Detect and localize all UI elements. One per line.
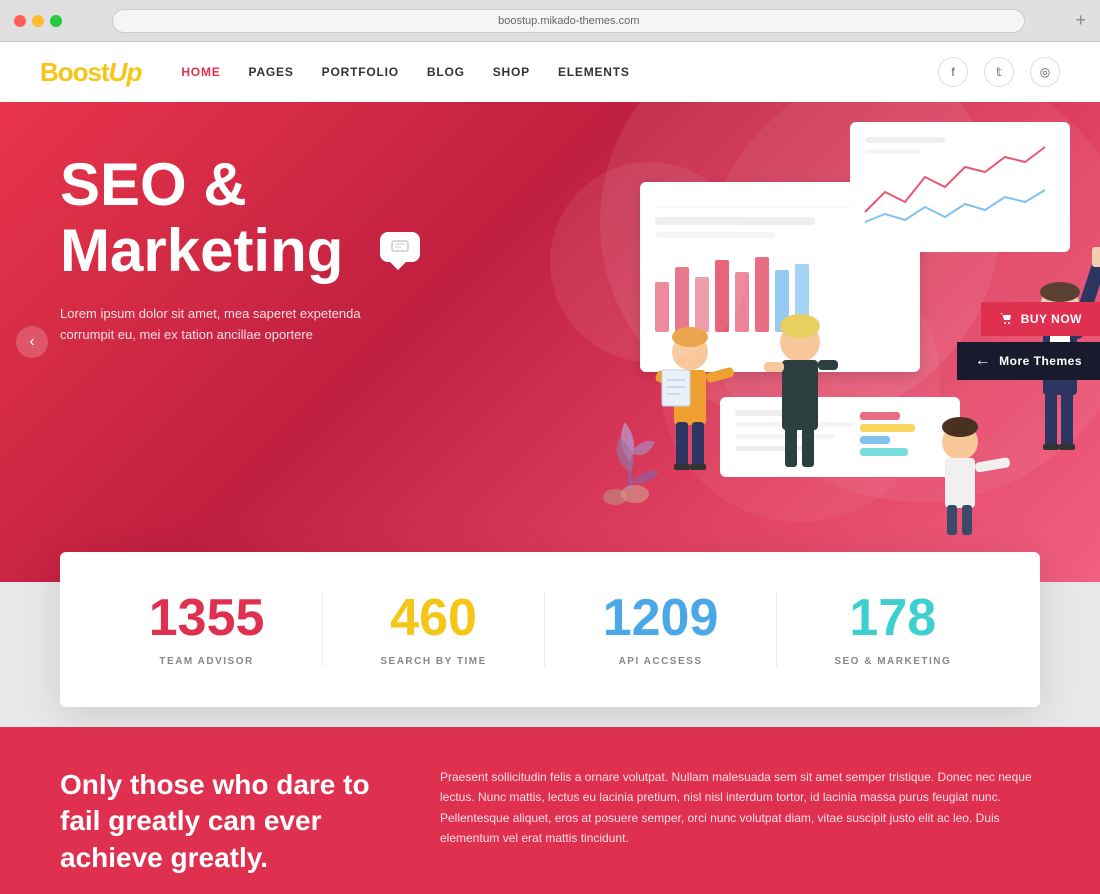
- website-content: BoostUp HOME PAGES PORTFOLIO BLOG SHOP E…: [0, 42, 1100, 894]
- nav-item-home[interactable]: HOME: [181, 63, 220, 81]
- bottom-quote: Only those who dare to fail greatly can …: [60, 767, 380, 876]
- more-themes-label: More Themes: [999, 354, 1082, 368]
- url-text: boostup.mikado-themes.com: [498, 15, 639, 27]
- stat-label-3: SEO & MARKETING: [834, 656, 951, 667]
- nav-item-portfolio[interactable]: PORTFOLIO: [322, 63, 399, 81]
- stat-divider-1: [322, 592, 323, 667]
- stat-number-2: 1209: [603, 592, 719, 644]
- buy-now-label: BUY NOW: [1021, 312, 1082, 326]
- stat-label-1: SEARCH BY TIME: [380, 656, 486, 667]
- nav-link-blog[interactable]: BLOG: [427, 65, 465, 79]
- more-themes-button[interactable]: ← More Themes: [957, 342, 1100, 380]
- cart-icon: [999, 312, 1013, 326]
- hero-title: SEO & Marketing: [60, 152, 440, 284]
- stat-divider-2: [544, 592, 545, 667]
- stat-item-0: 1355 TEAM ADVISOR: [149, 592, 265, 667]
- minimize-button[interactable]: [32, 15, 44, 27]
- nav-link-elements[interactable]: ELEMENTS: [558, 65, 630, 79]
- navigation: BoostUp HOME PAGES PORTFOLIO BLOG SHOP E…: [0, 42, 1100, 102]
- nav-item-shop[interactable]: SHOP: [493, 63, 530, 81]
- hero-description: Lorem ipsum dolor sit amet, mea saperet …: [60, 304, 380, 346]
- twitter-icon[interactable]: 𝕥: [984, 57, 1014, 87]
- traffic-lights: [14, 15, 62, 27]
- arrow-left-icon: ←: [975, 352, 992, 370]
- stats-section: 1355 TEAM ADVISOR 460 SEARCH BY TIME 120…: [60, 552, 1040, 707]
- fullscreen-button[interactable]: [50, 15, 62, 27]
- nav-item-elements[interactable]: ELEMENTS: [558, 63, 630, 81]
- facebook-icon[interactable]: f: [938, 57, 968, 87]
- instagram-icon[interactable]: ◎: [1030, 57, 1060, 87]
- stat-number-0: 1355: [149, 592, 265, 644]
- close-button[interactable]: [14, 15, 26, 27]
- new-tab-button[interactable]: +: [1075, 10, 1086, 31]
- nav-item-pages[interactable]: PAGES: [249, 63, 294, 81]
- nav-link-home[interactable]: HOME: [181, 65, 220, 79]
- social-links: f 𝕥 ◎: [938, 57, 1060, 87]
- nav-link-portfolio[interactable]: PORTFOLIO: [322, 65, 399, 79]
- nav-item-blog[interactable]: BLOG: [427, 63, 465, 81]
- nav-link-pages[interactable]: PAGES: [249, 65, 294, 79]
- slider-prev-button[interactable]: ‹: [16, 326, 48, 358]
- bottom-section: Only those who dare to fail greatly can …: [0, 727, 1100, 894]
- stat-number-3: 178: [834, 592, 951, 644]
- stat-label-2: API ACCSESS: [603, 656, 719, 667]
- stat-item-1: 460 SEARCH BY TIME: [380, 592, 486, 667]
- bottom-paragraph-text: Praesent sollicitudin felis a ornare vol…: [440, 767, 1040, 849]
- logo-main: Boost: [40, 57, 109, 87]
- address-bar[interactable]: boostup.mikado-themes.com: [112, 9, 1025, 33]
- stat-item-3: 178 SEO & MARKETING: [834, 592, 951, 667]
- logo[interactable]: BoostUp: [40, 57, 141, 88]
- stat-divider-3: [776, 592, 777, 667]
- stat-item-2: 1209 API ACCSESS: [603, 592, 719, 667]
- chat-bubble-icon: [380, 232, 420, 262]
- logo-accent: Up: [109, 57, 142, 87]
- buy-now-button[interactable]: BUY NOW: [981, 302, 1100, 336]
- stat-number-1: 460: [380, 592, 486, 644]
- browser-chrome: boostup.mikado-themes.com +: [0, 0, 1100, 42]
- nav-link-shop[interactable]: SHOP: [493, 65, 530, 79]
- bottom-quote-text: Only those who dare to fail greatly can …: [60, 767, 380, 876]
- nav-links: HOME PAGES PORTFOLIO BLOG SHOP ELEMENTS: [181, 63, 629, 81]
- stat-label-0: TEAM ADVISOR: [149, 656, 265, 667]
- hero-section: ‹ SEO & Marketing Lorem ipsum dolor sit …: [0, 102, 1100, 582]
- bottom-paragraph: Praesent sollicitudin felis a ornare vol…: [440, 767, 1040, 876]
